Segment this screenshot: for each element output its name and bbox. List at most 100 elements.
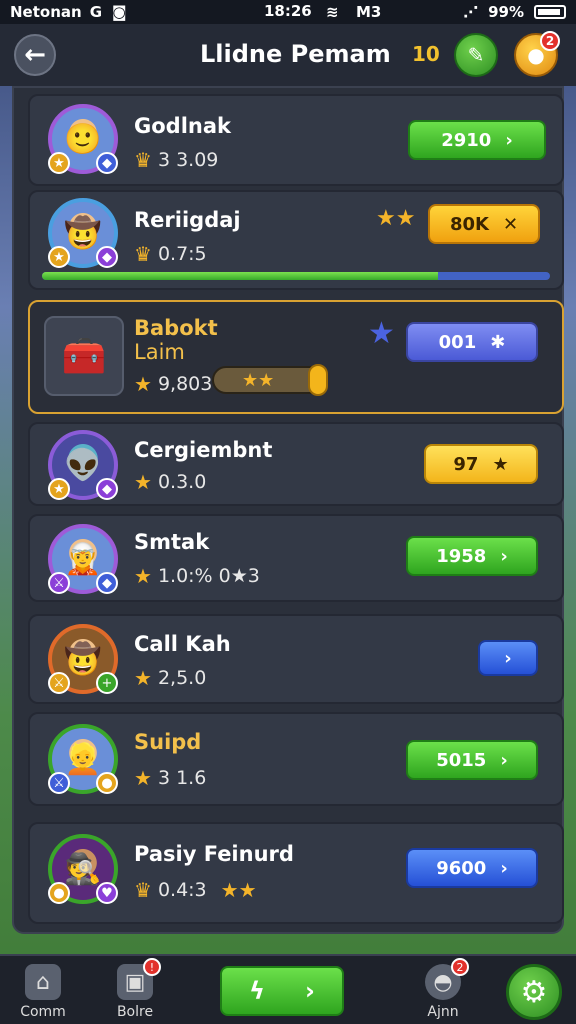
star-icon: ★ — [134, 372, 152, 396]
tab-ajnn[interactable]: ◓ 2 Ajnn — [408, 958, 478, 1020]
tab-label: Comm — [20, 1004, 66, 1020]
action-button[interactable]: 9600 › — [406, 848, 538, 888]
bottom-nav: ⌂ Comm ▣! Bolre ϟ › ◓ 2 Ajnn ⚙ — [0, 954, 576, 1024]
star-icon: ★ — [134, 766, 152, 790]
player-name: Reriigdaj — [134, 208, 241, 232]
star-icon: ★ — [134, 470, 152, 494]
action-button[interactable]: 80K ✕ — [428, 204, 540, 244]
chevron-right-icon: › — [505, 129, 513, 151]
helmet-icon: ◓ 2 — [425, 958, 469, 1000]
action-button[interactable]: 5015 › — [406, 740, 538, 780]
avatar: 🕵 ● ♥ — [48, 834, 118, 904]
chevron-right-icon: › — [504, 647, 512, 669]
action-button[interactable]: 1958 › — [406, 536, 538, 576]
action-button[interactable]: 001 ✱ — [406, 322, 538, 362]
rating-stars: ★★ — [376, 206, 416, 231]
notification-icon: ◙ — [112, 3, 127, 21]
shield-icon: ◆ — [96, 152, 118, 174]
avatar: 🧝 ⚔ ◆ — [48, 524, 118, 594]
player-stat: ★ 0.3.0 — [134, 470, 207, 494]
player-stat: ♛ 0.4:3 ★★ — [134, 878, 257, 902]
player-name: Suipd — [134, 730, 202, 754]
list-item[interactable]: 🤠 ★ ◆ Reriigdaj ♛ 0.7:5 ★★ 80K ✕ — [28, 190, 564, 290]
player-name: Smtak — [134, 530, 210, 554]
action-button[interactable]: 97 ★ — [424, 444, 538, 484]
chevron-right-icon: › — [304, 977, 315, 1005]
coin-button[interactable]: ● 2 — [514, 31, 560, 77]
sword-icon: ⚔ — [48, 672, 70, 694]
notification-badge: 2 — [540, 31, 560, 51]
crown-icon: ♛ — [134, 148, 152, 172]
status-bar: Netonan G ◙ 18:26 ≋ M3 ⋰ 99% — [0, 0, 576, 24]
player-name: Cergiembnt — [134, 438, 273, 462]
item-name: Babokt — [134, 316, 218, 340]
edit-button[interactable]: ✎ — [454, 33, 498, 77]
close-icon: ✕ — [502, 213, 519, 235]
star-icon: ★ — [134, 666, 152, 690]
tab-label: Bolre — [116, 1004, 154, 1020]
settings-button[interactable]: ⚙ — [506, 964, 562, 1020]
play-button[interactable]: ϟ › — [220, 966, 344, 1016]
item-subname: Laim — [134, 340, 185, 364]
player-stat: ♛ 0.7:5 — [134, 242, 207, 266]
tab-comm[interactable]: ⌂ Comm — [8, 964, 78, 1020]
blue-star-icon: ★ — [368, 316, 395, 351]
avatar: 🤠 ★ ◆ — [48, 198, 118, 268]
list-item[interactable]: 🕵 ● ♥ Pasiy Feinurd ♛ 0.4:3 ★★ 9600 › — [28, 822, 564, 924]
coin-icon: ● — [48, 882, 70, 904]
action-button[interactable]: › — [478, 640, 538, 676]
list-item[interactable]: 🧝 ⚔ ◆ Smtak ★ 1.0:% 0★3 1958 › — [28, 514, 564, 602]
network-label: M3 — [356, 3, 382, 21]
progress-fill — [42, 272, 439, 280]
player-name: Call Kah — [134, 632, 231, 656]
back-button[interactable]: ← — [14, 34, 56, 76]
list-item[interactable]: 🧰 Babokt Laim ★ 9,803 ★★ ★ 001 ✱ — [28, 300, 564, 414]
sword-icon: ⚔ — [48, 572, 70, 594]
player-stat: ★ 3 1.6 — [134, 766, 207, 790]
gem-icon: ◆ — [96, 478, 118, 500]
coin-icon — [308, 364, 328, 396]
star-icon: ★ — [48, 478, 70, 500]
star-icon: ★ — [134, 564, 152, 588]
crown-icon: ♛ — [134, 242, 152, 266]
chest-image: 🧰 — [44, 316, 124, 396]
chevron-right-icon: › — [500, 545, 508, 567]
battery-percent: 99% — [488, 3, 524, 21]
battery-icon — [534, 5, 566, 19]
wifi-icon: ≋ — [326, 3, 339, 21]
star-icon: ★★ — [242, 369, 275, 391]
page-title: Llidne Pemam — [200, 40, 391, 68]
list-item[interactable]: 🙂 ★ ◆ Godlnak ♛ 3 3.09 2910 › — [28, 94, 564, 186]
gem-icon: ◆ — [96, 246, 118, 268]
notification-badge: 2 — [451, 958, 469, 976]
arrow-left-icon: ← — [24, 40, 46, 70]
star-icon: ★ — [492, 453, 509, 475]
player-stat: ★ 1.0:% 0★3 — [134, 564, 260, 588]
chest-icon: ▣! — [117, 958, 161, 1000]
progress-bar — [42, 272, 550, 280]
list-panel: 🙂 ★ ◆ Godlnak ♛ 3 3.09 2910 › 🤠 ★ ◆ Reriig… — [12, 86, 564, 934]
chevron-right-icon: › — [500, 857, 508, 879]
header: ← Llidne Pemam 10 ✎ ● 2 — [0, 24, 576, 86]
upgrade-bar: ★★ — [212, 364, 328, 396]
avatar: 🙂 ★ ◆ — [48, 104, 118, 174]
gear-icon: ⚙ — [520, 974, 548, 1010]
star-icon: ★ — [48, 246, 70, 268]
pencil-icon: ✎ — [467, 43, 485, 67]
tab-bolre[interactable]: ▣! Bolre — [100, 958, 170, 1020]
player-name: Godlnak — [134, 114, 231, 138]
action-button[interactable]: 2910 › — [408, 120, 546, 160]
player-name: Pasiy Feinurd — [134, 842, 294, 866]
carrier-label: Netonan — [10, 3, 82, 21]
item-stat: ★ 9,803 — [134, 372, 213, 396]
list-item[interactable]: 🤠 ⚔ + Call Kah ★ 2,5.0 › — [28, 614, 564, 704]
coin-icon: ● — [96, 772, 118, 794]
sword-icon: ⚔ — [48, 772, 70, 794]
gem-icon: ✱ — [490, 331, 506, 353]
list-item[interactable]: 👱 ⚔ ● Suipd ★ 3 1.6 5015 › — [28, 712, 564, 806]
list-item[interactable]: 👽 ★ ◆ Cergiembnt ★ 0.3.0 97 ★ — [28, 422, 564, 506]
shield-icon: ◆ — [96, 572, 118, 594]
player-stat: ★ 2,5.0 — [134, 666, 207, 690]
lightning-icon: ϟ — [249, 977, 265, 1005]
level-count: 10 — [412, 42, 440, 66]
